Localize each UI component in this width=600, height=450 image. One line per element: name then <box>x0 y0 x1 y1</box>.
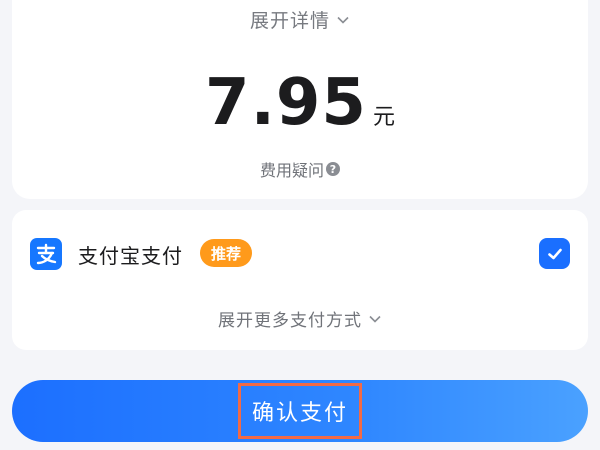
recommended-badge: 推荐 <box>200 239 252 267</box>
amount-display: 7.95 元 <box>12 66 588 140</box>
fee-question-label: 费用疑问 <box>259 161 324 180</box>
currency-unit: 元 <box>372 105 395 130</box>
payment-selected-checkbox[interactable] <box>539 238 570 269</box>
payment-method-name: 支付宝支付 <box>78 244 183 268</box>
payment-method-card: 支付宝支付 推荐 展开更多支付方式 <box>12 210 588 350</box>
confirm-payment-button[interactable]: 确认支付 <box>12 380 588 442</box>
chevron-down-icon <box>369 315 381 323</box>
expand-details-toggle[interactable]: 展开详情 <box>12 6 588 33</box>
question-circle-icon: ? <box>326 162 340 176</box>
confirm-payment-label: 确认支付 <box>238 383 362 439</box>
checkmark-icon <box>547 248 562 259</box>
more-methods-label: 展开更多支付方式 <box>218 311 362 331</box>
chevron-down-icon <box>337 16 349 24</box>
more-payment-methods-toggle[interactable]: 展开更多支付方式 <box>12 306 588 331</box>
expand-details-label: 展开详情 <box>249 10 330 32</box>
alipay-icon <box>30 238 62 270</box>
amount-value: 7.95 <box>205 66 367 140</box>
payment-page: 展开详情 7.95 元 费用疑问 ? 支付宝支付 推荐 展开更多支付方式 确认支… <box>0 0 600 450</box>
order-summary-card: 展开详情 7.95 元 费用疑问 ? <box>12 0 588 199</box>
fee-question-link[interactable]: 费用疑问 ? <box>12 157 588 181</box>
